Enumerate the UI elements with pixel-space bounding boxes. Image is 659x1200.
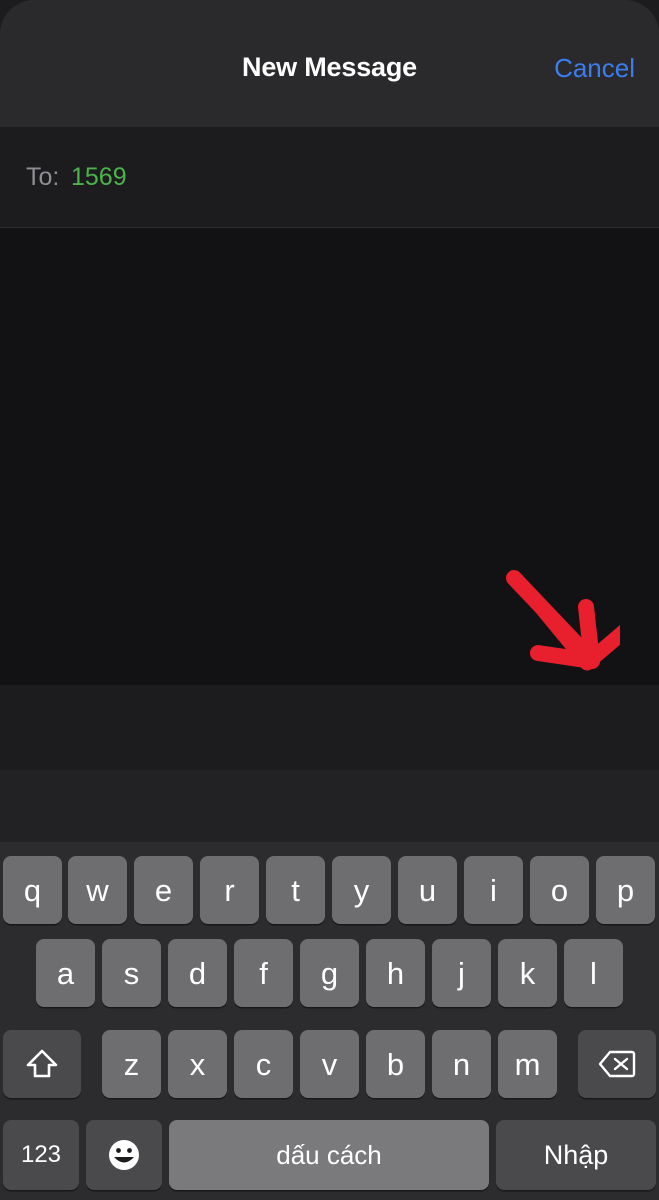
key-c[interactable]: c bbox=[234, 1030, 293, 1098]
iphone-screen: New Message Cancel To: 1569 q w e r t y … bbox=[0, 0, 659, 1200]
key-s[interactable]: s bbox=[102, 939, 161, 1007]
key-w[interactable]: w bbox=[68, 856, 127, 924]
key-t[interactable]: t bbox=[266, 856, 325, 924]
key-b[interactable]: b bbox=[366, 1030, 425, 1098]
message-input-toolbar: PAY 0371234567 bbox=[0, 685, 659, 770]
key-a[interactable]: a bbox=[36, 939, 95, 1007]
numeric-key[interactable]: 123 bbox=[3, 1120, 79, 1190]
key-y[interactable]: y bbox=[332, 856, 391, 924]
key-m[interactable]: m bbox=[498, 1030, 557, 1098]
navigation-bar: New Message Cancel bbox=[0, 0, 659, 127]
recipient-label: To: bbox=[26, 163, 60, 191]
key-n[interactable]: n bbox=[432, 1030, 491, 1098]
key-i[interactable]: i bbox=[464, 856, 523, 924]
return-key[interactable]: Nhập bbox=[496, 1120, 656, 1190]
key-q[interactable]: q bbox=[3, 856, 62, 924]
key-v[interactable]: v bbox=[300, 1030, 359, 1098]
conversation-canvas bbox=[0, 228, 659, 685]
key-d[interactable]: d bbox=[168, 939, 227, 1007]
key-z[interactable]: z bbox=[102, 1030, 161, 1098]
key-e[interactable]: e bbox=[134, 856, 193, 924]
emoji-key[interactable] bbox=[86, 1120, 162, 1190]
imessage-app-strip bbox=[0, 770, 659, 842]
space-key[interactable]: dấu cách bbox=[169, 1120, 489, 1190]
key-p[interactable]: p bbox=[596, 856, 655, 924]
key-f[interactable]: f bbox=[234, 939, 293, 1007]
shift-key[interactable] bbox=[3, 1030, 81, 1098]
key-r[interactable]: r bbox=[200, 856, 259, 924]
key-h[interactable]: h bbox=[366, 939, 425, 1007]
key-g[interactable]: g bbox=[300, 939, 359, 1007]
recipient-field[interactable]: To: 1569 bbox=[0, 127, 659, 228]
key-u[interactable]: u bbox=[398, 856, 457, 924]
recipient-value[interactable]: 1569 bbox=[71, 163, 127, 192]
onscreen-keyboard: q w e r t y u i o p a s d f g h j k l z … bbox=[0, 842, 659, 1200]
backspace-delete-icon bbox=[598, 1050, 636, 1078]
key-j[interactable]: j bbox=[432, 939, 491, 1007]
key-o[interactable]: o bbox=[530, 856, 589, 924]
cancel-button[interactable]: Cancel bbox=[554, 53, 635, 84]
key-l[interactable]: l bbox=[564, 939, 623, 1007]
shift-arrow-up-icon bbox=[26, 1049, 58, 1078]
backspace-key[interactable] bbox=[578, 1030, 656, 1098]
key-k[interactable]: k bbox=[498, 939, 557, 1007]
emoji-smiley-icon bbox=[109, 1140, 139, 1170]
key-x[interactable]: x bbox=[168, 1030, 227, 1098]
